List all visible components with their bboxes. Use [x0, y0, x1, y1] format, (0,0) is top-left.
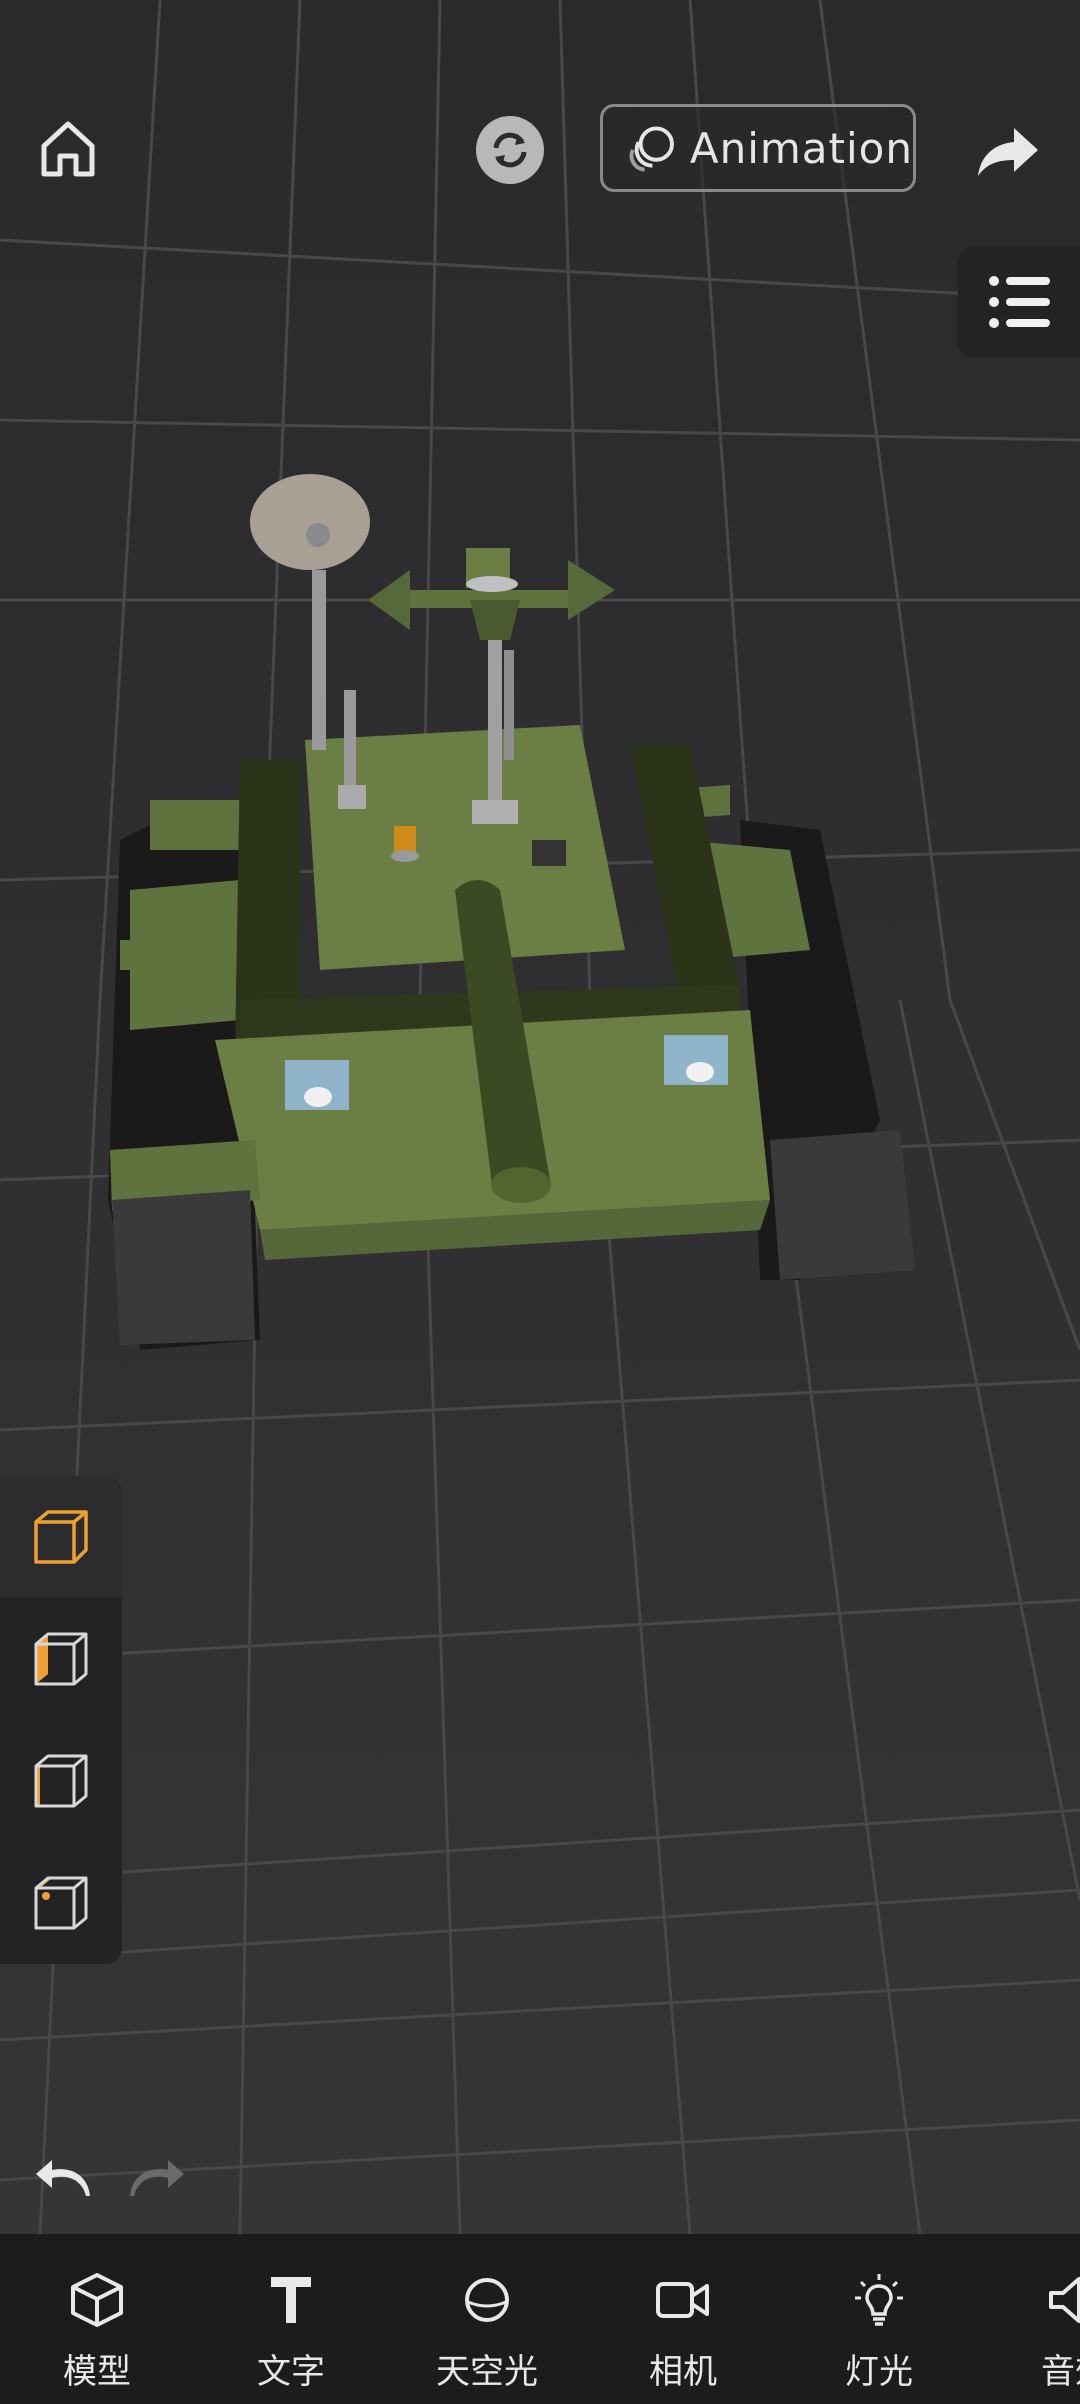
undo-button[interactable] [32, 2156, 102, 2212]
light-bulb-icon [855, 2274, 903, 2326]
share-arrow-icon [978, 128, 1038, 176]
app-root: Animation 模型 文字 天空光 相机 灯光 音 [0, 0, 1080, 2404]
redo-icon [130, 2160, 184, 2196]
tool-label: 模型 [63, 2352, 131, 2392]
text-icon [271, 2277, 311, 2323]
tool-label: 文字 [257, 2352, 325, 2392]
home-icon [41, 121, 95, 177]
animation-label: Animation [689, 123, 913, 173]
speaker-icon [1049, 2277, 1080, 2323]
tool-camera[interactable]: 相机 [608, 2234, 758, 2404]
animation-button[interactable]: Animation [600, 104, 916, 192]
list-icon [989, 276, 1050, 328]
top-view-icon [34, 1876, 88, 1930]
tool-light[interactable]: 灯光 [804, 2234, 954, 2404]
tool-sound[interactable]: 音效 [1000, 2234, 1080, 2404]
redo-button[interactable] [124, 2156, 194, 2212]
sync-icon [493, 132, 527, 168]
tool-sky-light[interactable]: 天空光 [412, 2234, 562, 2404]
undo-icon [36, 2160, 90, 2196]
tool-label: 音效 [1041, 2352, 1080, 2392]
share-button[interactable] [968, 112, 1048, 192]
view-front-button[interactable] [0, 1598, 122, 1720]
front-view-icon [34, 1632, 88, 1686]
refresh-button[interactable] [476, 116, 544, 184]
perspective-view-icon [34, 1510, 88, 1564]
cube-icon [71, 2273, 123, 2327]
home-button[interactable] [28, 104, 108, 192]
tool-label: 灯光 [845, 2352, 913, 2392]
side-view-icon [34, 1754, 88, 1808]
view-top-button[interactable] [0, 1842, 122, 1964]
view-mode-panel [0, 1476, 122, 1964]
tool-text[interactable]: 文字 [216, 2234, 366, 2404]
animation-icon [629, 126, 674, 172]
tool-label: 相机 [649, 2352, 717, 2392]
view-perspective-button[interactable] [0, 1476, 122, 1598]
layer-list-button[interactable] [958, 246, 1080, 358]
tool-model[interactable]: 模型 [22, 2234, 172, 2404]
bottom-toolbar: 模型 文字 天空光 相机 灯光 音 [0, 2234, 1080, 2404]
camera-icon [656, 2282, 709, 2318]
scene-viewport[interactable] [0, 0, 1080, 2234]
sky-sphere-icon [465, 2278, 509, 2322]
tool-label: 天空光 [436, 2352, 538, 2392]
view-side-button[interactable] [0, 1720, 122, 1842]
